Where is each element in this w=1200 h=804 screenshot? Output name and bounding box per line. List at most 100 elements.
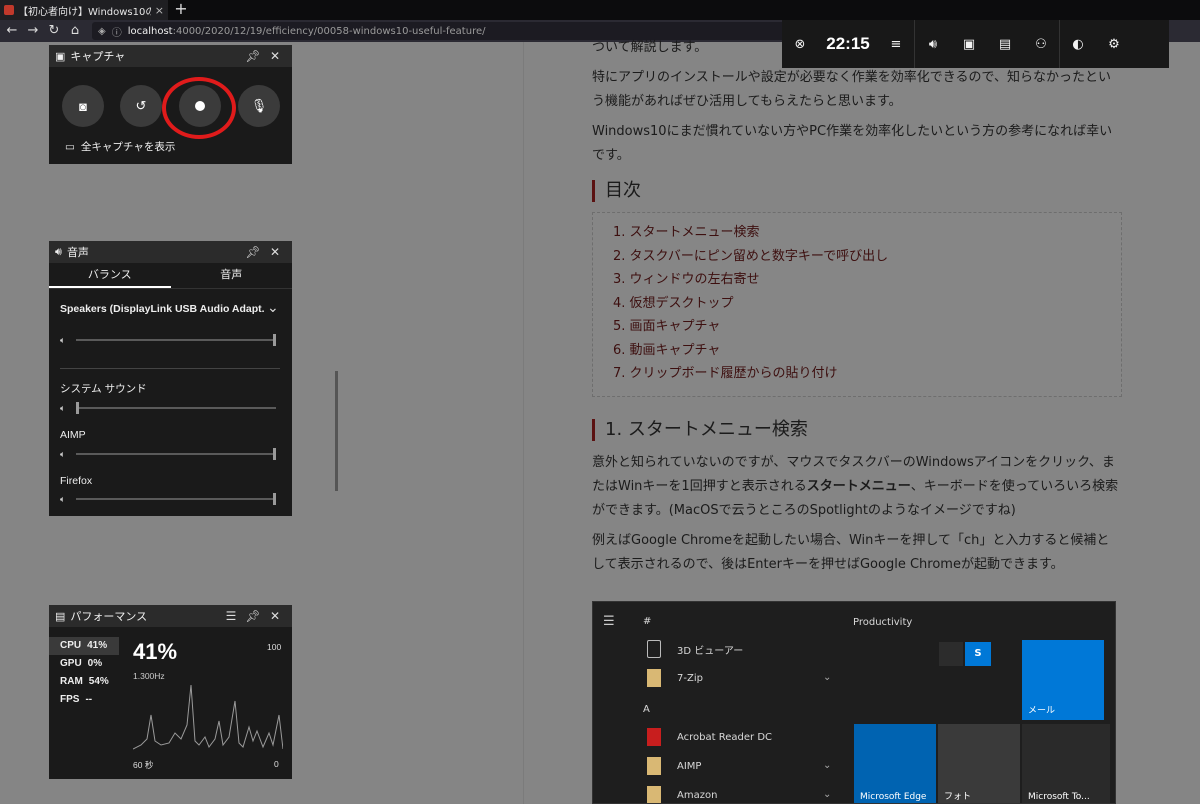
shield-icon[interactable]: ◈ (98, 26, 106, 37)
social-icon[interactable]: ⚇ (1023, 20, 1059, 68)
capture-icon: ▣ (55, 50, 66, 63)
perf-stat-fps[interactable]: FPS -- (49, 691, 119, 709)
article: ついて解説します。 特にアプリのインストールや設定が必要なく作業を効率化できるの… (592, 40, 1122, 583)
app-volume-slider[interactable]: 🔈︎ (60, 493, 276, 505)
startmenu-screenshot: ☰ # Productivity 3D ビューアー 7-Zip ⌄ A Acro… (592, 601, 1116, 804)
browser-tab-bar: 【初心者向け】Windows10の便利 × + (0, 0, 1200, 20)
mic-button[interactable]: 🎙︎ (238, 85, 280, 127)
cpu-graph (133, 684, 283, 750)
group-letter: A (643, 704, 650, 715)
speaker-icon: 🔈︎ (60, 493, 66, 504)
close-icon[interactable]: ✕ (264, 49, 286, 63)
new-tab-button[interactable]: + (172, 0, 190, 20)
device-select[interactable]: Speakers (DisplayLink USB Audio Adapt... (60, 303, 265, 315)
settings-icon[interactable]: ⚙ (1096, 20, 1132, 68)
perf-stat-value: -- (85, 694, 93, 705)
back-icon[interactable]: ← (3, 20, 21, 42)
chevron-down-icon: ⌄ (823, 789, 832, 800)
app-volume-label: システム サウンド (60, 383, 147, 395)
folder-icon (647, 669, 661, 687)
app-volume-label: Firefox (60, 475, 93, 487)
perf-stat-value: 41% (87, 640, 108, 651)
show-all-captures-link[interactable]: ▭ 全キャプチャを表示 (65, 139, 175, 154)
forward-icon[interactable]: → (24, 20, 42, 42)
tab-voice[interactable]: 音声 (171, 263, 293, 288)
options-icon[interactable]: ☰ (220, 609, 242, 623)
cpu-graph-line (133, 684, 283, 750)
app-volume-slider[interactable]: 🔈︎ (60, 448, 276, 460)
tab-balance[interactable]: バランス (49, 263, 171, 288)
reload-icon[interactable]: ↻ (45, 20, 63, 42)
pin-icon[interactable]: 📌︎ (242, 609, 264, 623)
audio-tabs: バランス 音声 (49, 263, 292, 289)
audio-widget: 🔊︎ 音声 📌︎ ✕ バランス 音声 Speakers (DisplayLink… (49, 241, 338, 516)
url-host: localhost (127, 25, 173, 37)
toc-item[interactable]: 7. クリップボード履歴からの貼り付け (613, 362, 1121, 386)
menu-icon[interactable]: ≡ (878, 20, 914, 68)
chevron-down-icon[interactable]: ⌄ (267, 299, 279, 316)
scrollbar[interactable] (335, 371, 338, 491)
skype-icon: S (965, 642, 991, 666)
speaker-icon: 🔊︎ (55, 245, 62, 258)
toc-item[interactable]: 6. 動画キャプチャ (613, 339, 1121, 363)
close-icon[interactable]: ✕ (264, 245, 286, 259)
close-icon[interactable]: ✕ (264, 609, 286, 623)
chevron-down-icon: ⌄ (823, 760, 832, 771)
perf-stat-ram[interactable]: RAM 54% (49, 673, 119, 691)
widget-title: 音声 (66, 247, 89, 259)
speaker-icon: 🔈︎ (60, 402, 66, 413)
capture-widget: ▣ キャプチャ 📌︎ ✕ ◙ ↺ 🎙︎ ▭ 全キャプチャを表示 (49, 45, 292, 164)
camera-icon: ◙ (79, 98, 87, 114)
group-letter: # (643, 616, 652, 627)
home-icon[interactable]: ⌂ (66, 20, 84, 42)
divider (60, 368, 280, 369)
tab-title: 【初心者向け】Windows10の便利 (18, 6, 151, 18)
widget-header: 🔊︎ 音声 📌︎ ✕ (49, 241, 292, 263)
toc-item[interactable]: 5. 画面キャプチャ (613, 315, 1121, 339)
speaker-icon: 🔈︎ (60, 334, 66, 345)
pin-icon[interactable]: 📌︎ (242, 49, 264, 63)
toc-item[interactable]: 4. 仮想デスクトップ (613, 292, 1121, 316)
capture-icon[interactable]: ▣ (951, 20, 987, 68)
perf-stat-value: 54% (88, 676, 109, 687)
widget-header: ▣ キャプチャ 📌︎ ✕ (49, 45, 292, 67)
browser-tab[interactable]: 【初心者向け】Windows10の便利 × (0, 0, 168, 20)
performance-icon[interactable]: ▤ (987, 20, 1023, 68)
toc-item[interactable]: 3. ウィンドウの左右寄せ (613, 268, 1121, 292)
mic-off-icon: 🎙︎ (250, 98, 268, 113)
folder-icon (647, 757, 661, 775)
onedrive-icon (939, 642, 963, 666)
perf-stat-label: GPU (60, 658, 82, 669)
master-volume-slider[interactable]: 🔈︎ (60, 334, 276, 346)
perf-stat-value: 0% (87, 658, 103, 669)
article-paragraph: Windows10にまだ慣れていない方やPC作業を効率化したいという方の参考にな… (592, 124, 1113, 163)
game-bar: ⊗ 22:15 ≡ 🔊︎ ▣ ▤ ⚇ ◐ ⚙ (782, 20, 1169, 68)
todo-tile: Microsoft To... (1022, 724, 1110, 803)
app-volume-label: AIMP (60, 429, 86, 441)
toc-item[interactable]: 2. タスクバーにピン留めと数字キーで呼び出し (613, 245, 1121, 269)
close-tab-icon[interactable]: × (155, 4, 164, 17)
toc-item[interactable]: 1. スタートメニュー検索 (613, 221, 1121, 245)
xbox-icon[interactable]: ⊗ (782, 20, 818, 68)
perf-stat-label: RAM (60, 676, 83, 687)
perf-stat-label: CPU (60, 640, 82, 651)
info-icon[interactable]: ⓘ (112, 24, 122, 39)
app-list-item: 7-Zip (647, 669, 703, 687)
column-divider (523, 42, 524, 804)
chevron-down-icon: ⌄ (823, 672, 832, 683)
perf-stat-gpu[interactable]: GPU 0% (49, 655, 119, 673)
cube-icon (647, 640, 661, 658)
audio-icon[interactable]: 🔊︎ (915, 20, 951, 68)
screenshot-button[interactable]: ◙ (62, 85, 104, 127)
article-paragraph: 特にアプリのインストールや設定が必要なく作業を効率化できるので、知らなかったとい… (592, 70, 1111, 109)
widget-title: パフォーマンス (70, 611, 148, 623)
tile-group-title: Productivity (853, 617, 913, 628)
replay-icon: ↺ (135, 98, 147, 113)
perf-stat-cpu[interactable]: CPU 41% (49, 637, 119, 655)
mouse-icon[interactable]: ◐ (1060, 20, 1096, 68)
edge-tile: Microsoft Edge (854, 724, 936, 803)
perf-stat-label: FPS (60, 694, 80, 705)
record-last-button[interactable]: ↺ (120, 85, 162, 127)
pin-icon[interactable]: 📌︎ (242, 245, 264, 259)
app-volume-slider[interactable]: 🔈︎ (60, 402, 276, 414)
